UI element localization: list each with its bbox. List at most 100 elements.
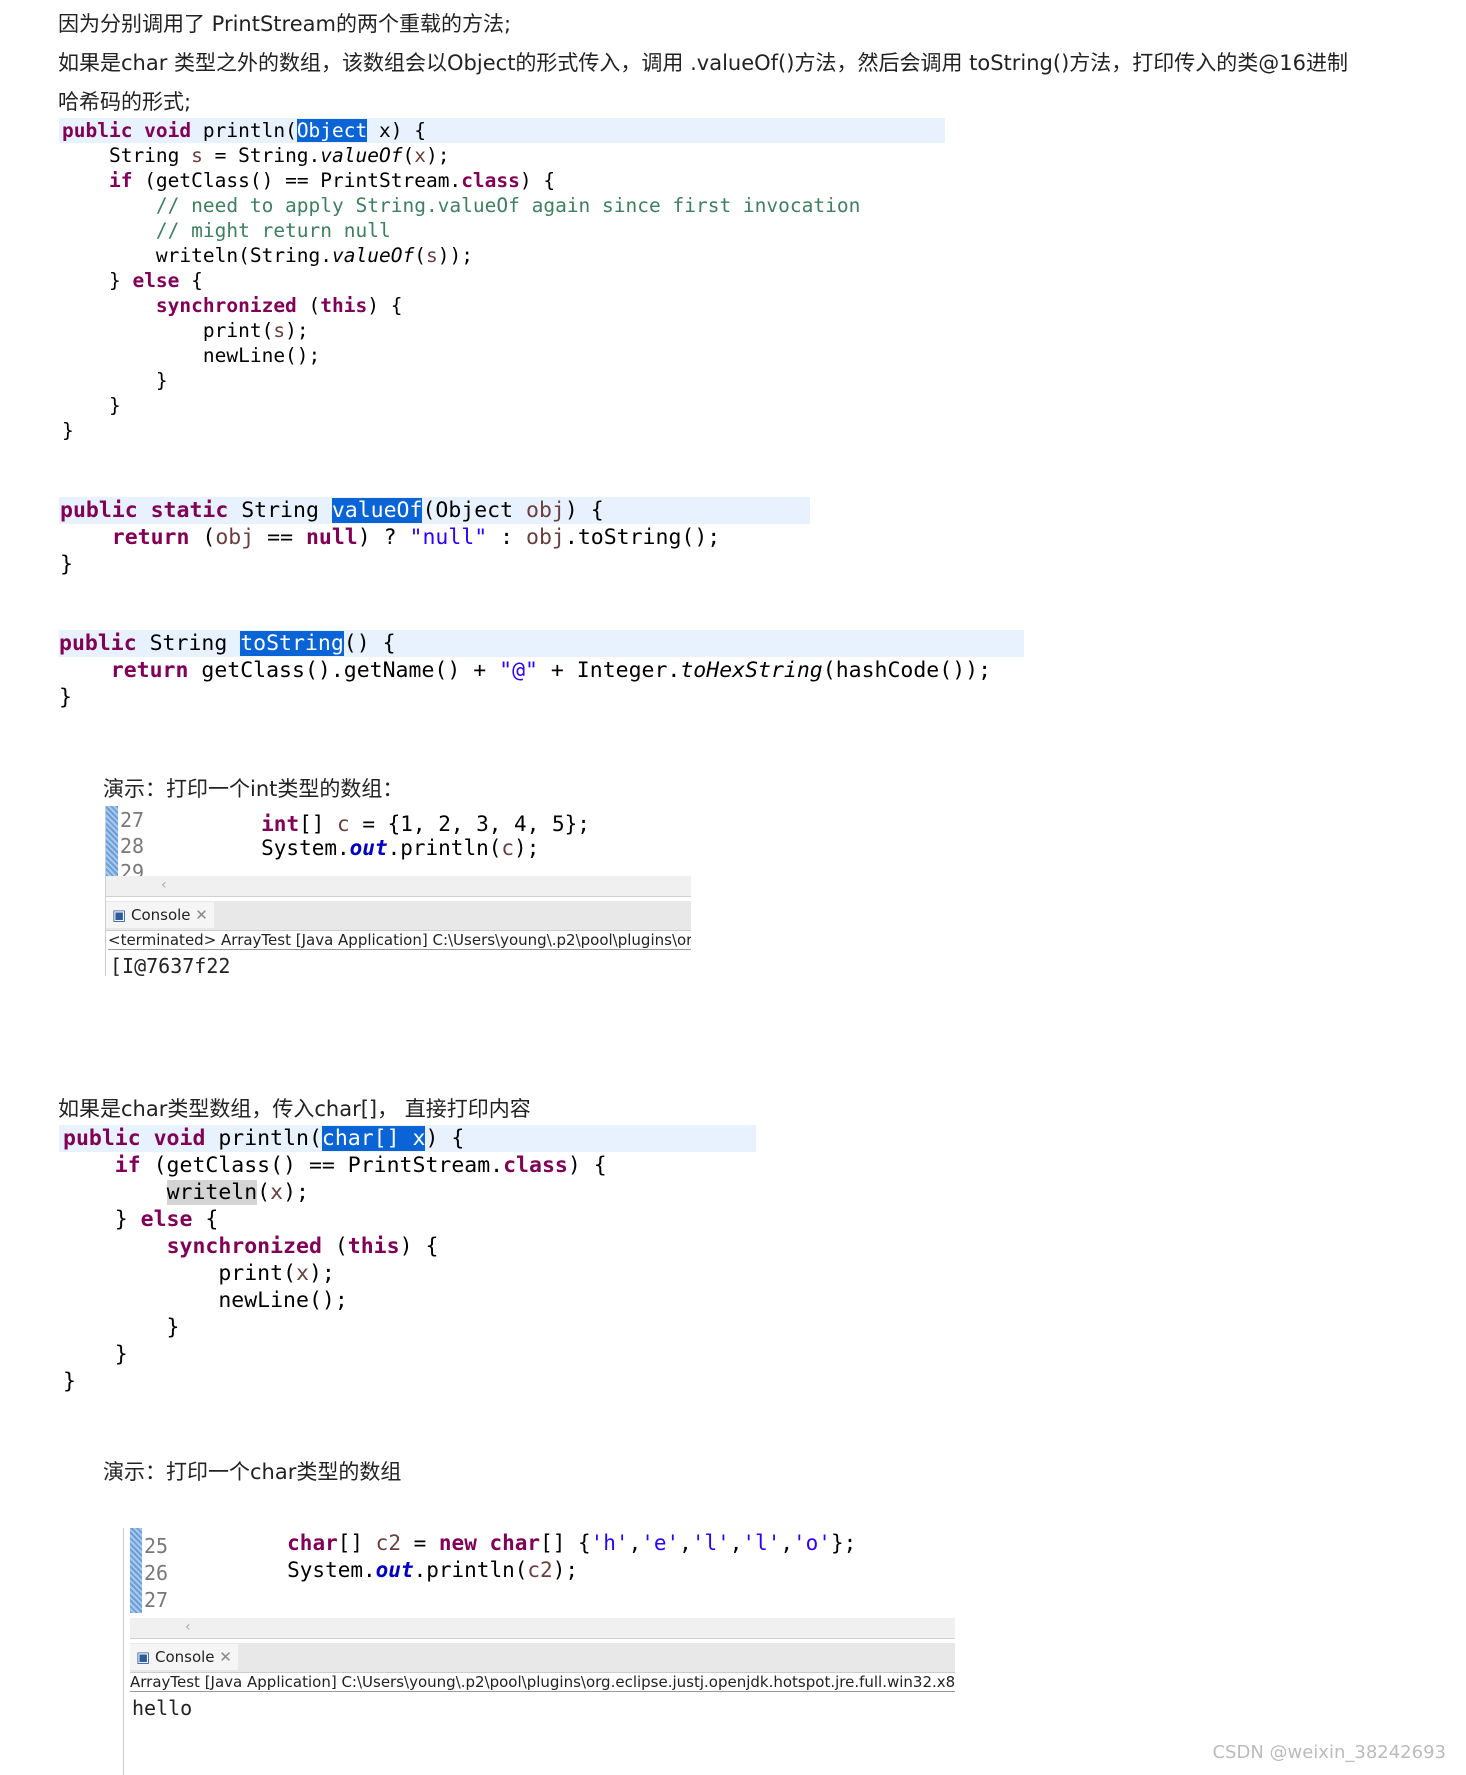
code-line: } <box>62 393 860 418</box>
code-token: valueOf <box>332 244 415 267</box>
code-tostring: public String toString() { return getCla… <box>59 630 991 711</box>
code-token: c2 <box>527 1558 553 1582</box>
horizontal-scrollbar[interactable]: ‹ <box>130 1618 955 1639</box>
explanation-paragraph-cont: 哈希码的形式; <box>58 90 192 114</box>
code-token: writeln <box>166 1180 258 1205</box>
code-token: println( <box>218 1126 322 1151</box>
code-token: ); <box>308 1261 335 1286</box>
code-token: toString <box>240 631 344 656</box>
close-icon[interactable]: ✕ <box>195 906 208 924</box>
console-tab[interactable]: ▣ Console ✕ <box>130 1644 238 1670</box>
code-token: ( <box>257 1180 271 1205</box>
code-token: "@" <box>499 658 538 683</box>
code-line: } else { <box>63 1206 607 1233</box>
code-token: 'o' <box>793 1531 831 1555</box>
code-line: } <box>63 1341 607 1368</box>
code-line: writeln(String.valueOf(s)); <box>62 243 860 268</box>
code-line: public void println(Object x) { <box>62 118 860 143</box>
code-line: } <box>59 684 991 711</box>
code-token: ( <box>321 1234 348 1259</box>
code-token: , <box>679 1531 692 1555</box>
code-keyword: null <box>305 525 358 550</box>
code-token: c <box>501 836 515 860</box>
close-icon[interactable]: ✕ <box>219 1648 232 1666</box>
demo-int-heading: 演示：打印一个int类型的数组： <box>103 777 404 801</box>
console-tab[interactable]: ▣ Console ✕ <box>106 902 214 928</box>
code-line: public void println(char[] x) { <box>63 1125 607 1152</box>
code-line: System.out.println(c2); <box>186 1557 856 1584</box>
char-intro-paragraph: 如果是char类型数组，传入char[]， 直接打印内容 <box>58 1097 531 1121</box>
code-line: writeln(x); <box>63 1179 607 1206</box>
code-keyword: else <box>132 269 180 292</box>
code-line: } <box>62 368 860 393</box>
code-line: String s = String.valueOf(x); <box>62 143 860 168</box>
code-token: 'e' <box>641 1531 680 1555</box>
code-keyword: public void <box>62 119 203 142</box>
code-keyword: class <box>461 169 520 192</box>
code-token: s <box>273 319 286 342</box>
code-line: return getClass().getName() + "@" + Inte… <box>59 657 991 684</box>
code-token: ( <box>414 244 426 267</box>
code-line: } <box>63 1368 607 1395</box>
code-keyword: char <box>287 1531 338 1555</box>
code-token: 'h' <box>590 1531 629 1555</box>
code-comment: // might return null <box>62 219 391 242</box>
scroll-left-icon[interactable]: ‹ <box>161 877 167 893</box>
code-token: "null" <box>409 525 488 550</box>
code-token: (getClass() == PrintStream. <box>132 169 462 192</box>
console-path: <terminated> ArrayTest [Java Application… <box>108 931 691 950</box>
code-token: getClass().getName() + <box>188 658 500 683</box>
code-token: [] <box>299 812 338 836</box>
code-token: toHexString <box>680 658 823 683</box>
code-token: print( <box>63 1261 296 1286</box>
gutter-marker <box>106 806 118 876</box>
code-token: }; <box>830 1531 857 1555</box>
code-token: obj <box>526 498 565 523</box>
code-token: ) { <box>564 498 604 523</box>
code-token: ) { <box>425 1126 465 1151</box>
editor-code: char[] c2 = new char[] {'h','e','l','l',… <box>156 1530 856 1584</box>
code-token: [] <box>337 1531 376 1555</box>
code-keyword: class <box>503 1153 568 1178</box>
code-keyword: if <box>108 169 133 192</box>
code-token: } <box>60 552 73 577</box>
editor-code: int[] c = {1, 2, 3, 4, 5}; System.out.pr… <box>120 812 590 860</box>
horizontal-scrollbar[interactable]: ‹ <box>106 876 691 897</box>
code-token: (hashCode()); <box>822 658 992 683</box>
code-token: ); <box>425 144 450 167</box>
code-token: ) ? <box>357 525 410 550</box>
code-token: System. <box>160 836 350 860</box>
code-token: } <box>59 685 72 710</box>
console-icon: ▣ <box>136 1648 151 1666</box>
code-println-object: public void println(Object x) { String s… <box>62 118 860 443</box>
code-token: System. <box>186 1558 376 1582</box>
code-token: ( <box>189 525 216 550</box>
code-line: } <box>62 418 860 443</box>
code-token: ) { <box>399 1234 439 1259</box>
code-token: out <box>349 836 388 860</box>
scroll-left-icon[interactable]: ‹ <box>185 1619 191 1635</box>
code-token: } <box>62 369 168 392</box>
eclipse-panel-int: 27 28 29 int[] c = {1, 2, 3, 4, 5}; System… <box>105 806 691 978</box>
code-line: return (obj == null) ? "null" : obj.toSt… <box>60 524 720 551</box>
code-token: .println( <box>413 1558 528 1582</box>
code-token: ); <box>285 319 309 342</box>
code-token: ); <box>552 1558 578 1582</box>
code-token: 'l' <box>742 1531 781 1555</box>
code-token: (Object <box>422 498 526 523</box>
console-tab-label: Console <box>130 906 191 924</box>
code-line: synchronized (this) { <box>63 1233 607 1260</box>
code-token: String <box>149 631 241 656</box>
code-token: = <box>400 1531 439 1555</box>
code-token: } <box>62 269 133 292</box>
code-token: obj <box>526 525 565 550</box>
console-tabbar <box>130 1643 955 1673</box>
watermark: CSDN @weixin_38242693 <box>1212 1742 1446 1763</box>
code-line: print(s); <box>62 318 860 343</box>
code-token: ) { <box>567 1153 607 1178</box>
console-output: hello <box>132 1696 193 1720</box>
intro-paragraph: 因为分别调用了 PrintStream的两个重载的方法; <box>58 12 512 36</box>
code-token: char[] x <box>321 1126 426 1151</box>
